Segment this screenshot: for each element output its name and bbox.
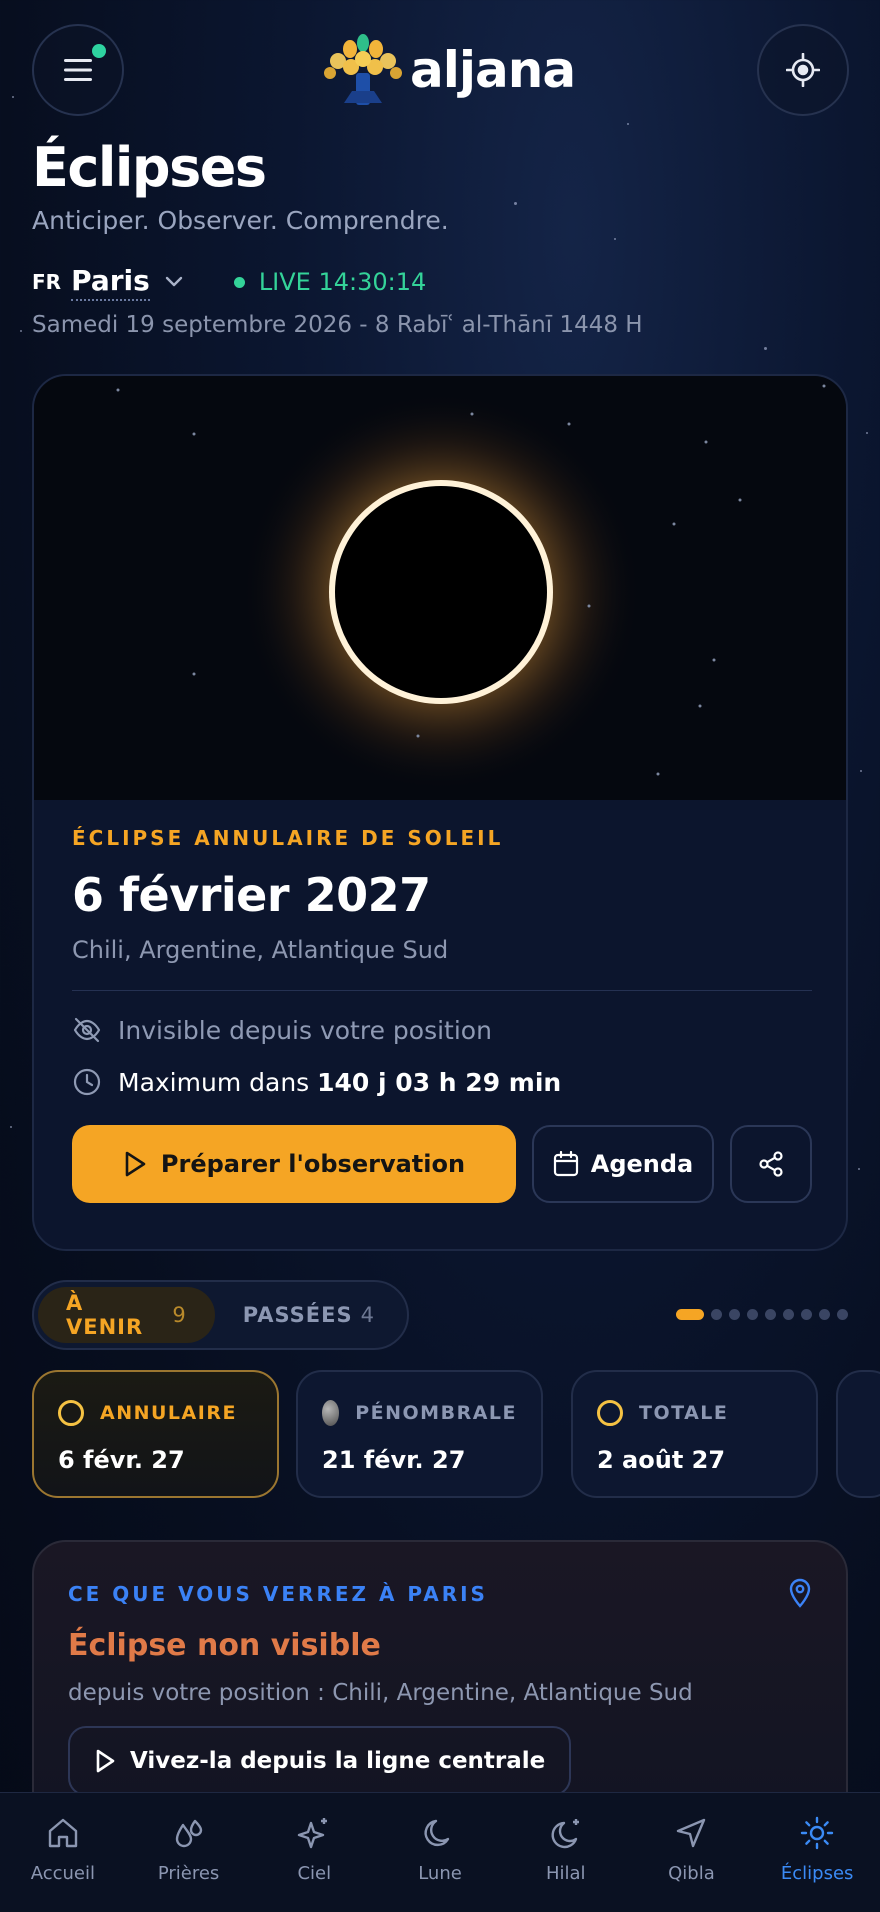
nav-label: Lune bbox=[418, 1863, 462, 1884]
nav-hilal[interactable]: Hilal bbox=[503, 1793, 629, 1912]
page-title: Éclipses bbox=[32, 136, 267, 199]
brand-logo[interactable]: aljana bbox=[322, 30, 576, 110]
tab-upcoming-count: 9 bbox=[172, 1303, 187, 1327]
tab-past-count: 4 bbox=[360, 1303, 375, 1327]
tree-logo-icon bbox=[324, 34, 402, 105]
nav-label: Ciel bbox=[297, 1863, 332, 1884]
pagination-dot[interactable] bbox=[783, 1309, 794, 1320]
nav-accueil[interactable]: Accueil bbox=[0, 1793, 126, 1912]
pagination-dot[interactable] bbox=[676, 1309, 704, 1320]
tab-upcoming[interactable]: À VENIR 9 bbox=[38, 1287, 215, 1343]
city-selector[interactable]: Paris bbox=[71, 264, 150, 301]
sparkle-icon bbox=[298, 1818, 328, 1849]
pagination-dot[interactable] bbox=[801, 1309, 812, 1320]
tab-past-label: PASSÉES bbox=[242, 1303, 353, 1327]
eclipse-chip-next[interactable] bbox=[836, 1370, 880, 1498]
annular-icon bbox=[58, 1400, 84, 1426]
nav-label: Qibla bbox=[668, 1863, 715, 1884]
featured-eclipse-card: ÉCLIPSE ANNULAIRE DE SOLEIL 6 février 20… bbox=[32, 374, 848, 1251]
menu-button[interactable] bbox=[32, 24, 124, 116]
tab-past[interactable]: PASSÉES 4 bbox=[215, 1287, 403, 1343]
total-icon bbox=[597, 1400, 623, 1426]
nav-label: Éclipses bbox=[780, 1863, 854, 1884]
countdown-row: Maximum dans 140 j 03 h 29 min bbox=[72, 1067, 812, 1097]
pagination-dot[interactable] bbox=[747, 1309, 758, 1320]
country-flag: FR bbox=[32, 270, 62, 294]
calendar-icon bbox=[553, 1151, 578, 1177]
prepare-observation-label: Préparer l'observation bbox=[160, 1150, 466, 1178]
pagination-dot[interactable] bbox=[729, 1309, 740, 1320]
nav-qibla[interactable]: Qibla bbox=[629, 1793, 755, 1912]
date-line: Samedi 19 septembre 2026 - 8 Rabīʿ al-Th… bbox=[32, 312, 643, 338]
chip-date: 2 août 27 bbox=[597, 1446, 726, 1474]
nav-label: Hilal bbox=[545, 1863, 586, 1884]
visibility-row: Invisible depuis votre position bbox=[72, 1015, 812, 1045]
navigation-icon bbox=[677, 1818, 706, 1848]
eclipse-image bbox=[34, 376, 846, 800]
chip-date: 21 févr. 27 bbox=[322, 1446, 466, 1474]
map-pin-icon[interactable] bbox=[788, 1578, 812, 1608]
centerline-label: Vivez-la depuis la ligne centrale bbox=[130, 1748, 546, 1774]
pagination-dot[interactable] bbox=[711, 1309, 722, 1320]
visibility-title: Éclipse non visible bbox=[68, 1628, 381, 1663]
nav-lune[interactable]: Lune bbox=[377, 1793, 503, 1912]
menu-icon bbox=[64, 59, 92, 81]
eclipse-type: ÉCLIPSE ANNULAIRE DE SOLEIL bbox=[72, 826, 504, 850]
chip-type: TOTALE bbox=[639, 1402, 729, 1424]
live-clock: LIVE 14:30:14 bbox=[233, 268, 427, 296]
eclipse-chip[interactable]: PÉNOMBRALE 21 févr. 27 bbox=[296, 1370, 543, 1498]
chip-type: PÉNOMBRALE bbox=[355, 1402, 517, 1424]
play-icon bbox=[96, 1749, 115, 1773]
moon-icon bbox=[424, 1819, 450, 1847]
visibility-text: Invisible depuis votre position bbox=[118, 1015, 492, 1045]
nav-eclipses[interactable]: Éclipses bbox=[754, 1793, 880, 1912]
home-icon bbox=[48, 1818, 78, 1848]
eclipse-region: Chili, Argentine, Atlantique Sud bbox=[72, 936, 449, 964]
chip-date: 6 févr. 27 bbox=[58, 1446, 185, 1474]
eclipse-date: 6 février 2027 bbox=[72, 868, 431, 922]
locate-button[interactable] bbox=[757, 24, 849, 116]
pagination-dot[interactable] bbox=[819, 1309, 830, 1320]
chevron-down-icon[interactable] bbox=[164, 276, 184, 288]
crosshair-icon bbox=[786, 53, 820, 87]
prepare-observation-button[interactable]: Préparer l'observation bbox=[72, 1125, 516, 1203]
share-icon bbox=[759, 1151, 783, 1177]
clock-icon bbox=[73, 1068, 101, 1096]
pagination-dot[interactable] bbox=[765, 1309, 776, 1320]
bottom-navigation: Accueil Prières Ciel Lune Hilal Qibla Éc… bbox=[0, 1792, 880, 1912]
nav-ciel[interactable]: Ciel bbox=[251, 1793, 377, 1912]
nav-label: Accueil bbox=[30, 1863, 95, 1884]
location-row: FR Paris LIVE 14:30:14 bbox=[32, 264, 427, 301]
crescent-star-icon bbox=[551, 1819, 579, 1849]
agenda-label: Agenda bbox=[590, 1150, 694, 1178]
eye-off-icon bbox=[73, 1017, 101, 1043]
chip-type: ANNULAIRE bbox=[100, 1402, 237, 1424]
countdown-value: 140 j 03 h 29 min bbox=[317, 1067, 562, 1097]
tab-upcoming-label: À VENIR bbox=[66, 1291, 144, 1339]
eclipse-chip[interactable]: ANNULAIRE 6 févr. 27 bbox=[32, 1370, 279, 1498]
visibility-subtitle: depuis votre position : Chili, Argentine… bbox=[68, 1680, 693, 1706]
prayer-icon bbox=[175, 1819, 202, 1848]
divider bbox=[72, 990, 812, 991]
pagination-dot[interactable] bbox=[837, 1309, 848, 1320]
notification-dot bbox=[92, 44, 106, 58]
nav-label: Prières bbox=[157, 1863, 220, 1884]
live-label: LIVE 14:30:14 bbox=[258, 268, 427, 296]
eclipse-filter-tabs: À VENIR 9 PASSÉES 4 bbox=[32, 1280, 409, 1350]
agenda-button[interactable]: Agenda bbox=[532, 1125, 714, 1203]
play-icon bbox=[125, 1151, 146, 1177]
share-button[interactable] bbox=[730, 1125, 812, 1203]
countdown-prefix: Maximum dans bbox=[118, 1067, 310, 1097]
brand-name: aljana bbox=[410, 41, 576, 99]
page-subtitle: Anticiper. Observer. Comprendre. bbox=[32, 206, 449, 235]
live-dot bbox=[233, 276, 245, 288]
centerline-button[interactable]: Vivez-la depuis la ligne centrale bbox=[68, 1726, 572, 1796]
sun-icon bbox=[800, 1816, 834, 1850]
visibility-eyebrow: CE QUE VOUS VERREZ À PARIS bbox=[68, 1582, 488, 1606]
eclipse-chip[interactable]: TOTALE 2 août 27 bbox=[571, 1370, 818, 1498]
penumbral-icon bbox=[322, 1400, 340, 1426]
pagination-dots bbox=[676, 1309, 848, 1320]
nav-prieres[interactable]: Prières bbox=[126, 1793, 252, 1912]
